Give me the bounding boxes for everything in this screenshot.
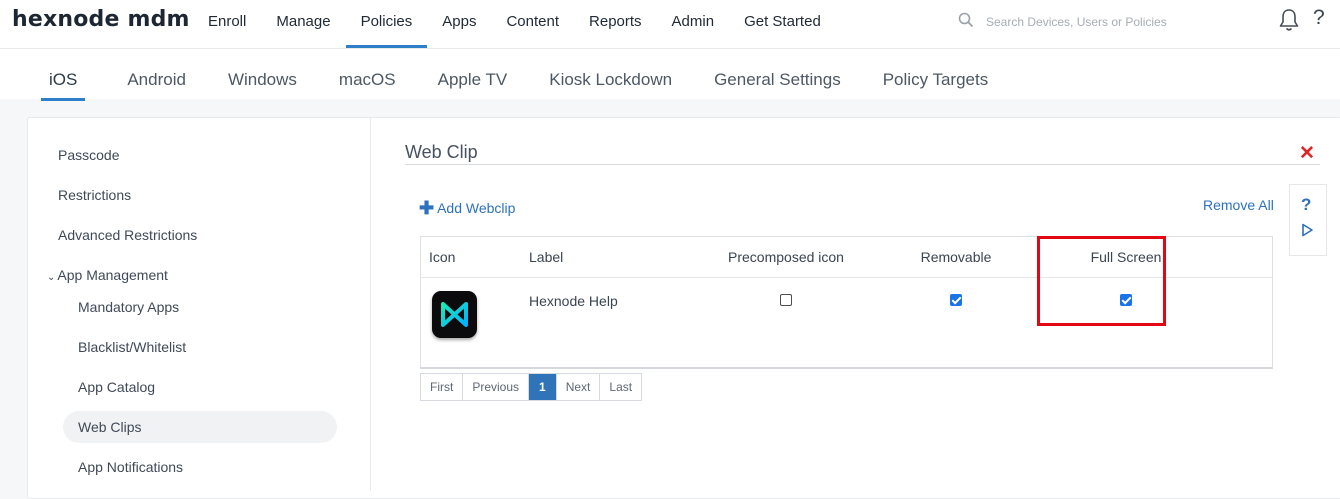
plus-icon: ✚ [419, 198, 435, 218]
col-spacer [1211, 236, 1273, 278]
nav-admin[interactable]: Admin [657, 0, 730, 48]
platform-tabs: iOS Android Windows macOS Apple TV Kiosk… [0, 49, 1340, 101]
sidebar-item-app-notifications[interactable]: App Notifications [78, 459, 183, 475]
pagination: First Previous 1 Next Last [420, 373, 643, 401]
precomposed-checkbox[interactable] [780, 294, 792, 306]
title-divider [405, 164, 1320, 165]
tab-general-settings[interactable]: General Settings [693, 49, 862, 99]
section-title: Web Clip [405, 142, 478, 162]
help-icon[interactable]: ? [1313, 6, 1325, 30]
full-screen-checkbox[interactable] [1120, 294, 1132, 306]
tab-kiosk-lockdown[interactable]: Kiosk Lockdown [528, 49, 693, 99]
hexnode-help-app-icon [432, 291, 477, 338]
sidebar-item-app-catalog[interactable]: App Catalog [78, 379, 155, 395]
tab-ios[interactable]: iOS [20, 49, 106, 101]
nav-get-started[interactable]: Get Started [729, 0, 836, 48]
main-nav: Enroll Manage Policies Apps Content Repo… [193, 0, 836, 48]
col-label: Label [529, 236, 701, 278]
tab-android[interactable]: Android [106, 49, 207, 99]
play-icon[interactable] [1301, 223, 1314, 242]
sidebar-item-mandatory-apps[interactable]: Mandatory Apps [78, 299, 179, 315]
tab-apple-tv[interactable]: Apple TV [417, 49, 529, 99]
removable-checkbox[interactable] [950, 294, 962, 306]
policy-card: Passcode Restrictions Advanced Restricti… [27, 117, 1340, 499]
col-precomposed: Precomposed icon [701, 236, 871, 278]
tab-ios-label: iOS [41, 70, 86, 101]
nav-reports[interactable]: Reports [574, 0, 657, 48]
sidebar-group-app-management[interactable]: ⌄ App Management [47, 267, 168, 283]
pager-current-page[interactable]: 1 [529, 374, 557, 400]
cell-spacer [1211, 277, 1273, 369]
top-bar: hexnode mdm Enroll Manage Policies Apps … [0, 0, 1340, 49]
nav-content[interactable]: Content [491, 0, 574, 48]
sidebar-item-advanced-restrictions[interactable]: Advanced Restrictions [58, 227, 197, 243]
cell-full-screen [1041, 277, 1211, 369]
policy-sidebar: Passcode Restrictions Advanced Restricti… [28, 118, 371, 491]
tab-windows[interactable]: Windows [207, 49, 318, 99]
tab-policy-targets[interactable]: Policy Targets [862, 49, 1010, 99]
nav-manage[interactable]: Manage [261, 0, 345, 48]
pager-last[interactable]: Last [600, 374, 642, 400]
add-webclip-label: Add Webclip [437, 200, 516, 216]
help-panel: ? [1289, 184, 1327, 256]
sidebar-item-passcode[interactable]: Passcode [58, 147, 119, 163]
sidebar-group-label: App Management [57, 267, 168, 283]
col-removable: Removable [871, 236, 1041, 278]
nav-policies[interactable]: Policies [345, 0, 428, 48]
pager-previous[interactable]: Previous [463, 374, 530, 400]
sidebar-item-blacklist-whitelist[interactable]: Blacklist/Whitelist [78, 339, 186, 355]
table-header-row: Icon Label Precomposed icon Removable Fu… [420, 236, 1273, 278]
cell-removable [871, 277, 1041, 369]
add-webclip-button[interactable]: ✚ Add Webclip [419, 197, 515, 218]
sidebar-item-restrictions[interactable]: Restrictions [58, 187, 131, 203]
logo[interactable]: hexnode mdm [12, 7, 190, 32]
webclip-table: Icon Label Precomposed icon Removable Fu… [420, 236, 1273, 369]
pager-first[interactable]: First [421, 374, 464, 400]
search-bar [958, 10, 1188, 34]
sidebar-item-web-clips[interactable]: Web Clips [78, 419, 142, 435]
remove-all-button[interactable]: Remove All [1203, 197, 1274, 213]
search-icon [958, 12, 974, 33]
close-icon[interactable]: ✕ [1299, 142, 1315, 165]
nav-enroll[interactable]: Enroll [193, 0, 261, 48]
cell-label: Hexnode Help [529, 277, 701, 369]
pager-next[interactable]: Next [556, 374, 601, 400]
chevron-down-icon: ⌄ [47, 272, 56, 283]
cell-precomposed [701, 277, 871, 369]
tab-macos[interactable]: macOS [318, 49, 417, 99]
bell-icon[interactable] [1278, 8, 1300, 37]
table-row: Hexnode Help [420, 277, 1273, 369]
search-input[interactable] [984, 14, 1188, 30]
cell-icon [420, 277, 529, 369]
col-icon: Icon [420, 236, 529, 278]
nav-apps[interactable]: Apps [427, 0, 491, 48]
help-question-icon[interactable]: ? [1301, 195, 1311, 215]
col-full-screen: Full Screen [1041, 236, 1211, 278]
